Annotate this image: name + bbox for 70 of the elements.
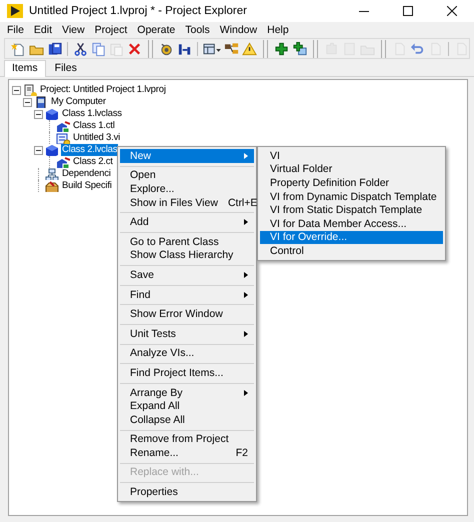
delete-icon[interactable] bbox=[127, 40, 142, 56]
control-icon bbox=[56, 156, 70, 168]
menu-item[interactable]: Open bbox=[120, 168, 254, 182]
control-icon bbox=[56, 120, 70, 132]
menu-item[interactable]: Help bbox=[262, 22, 294, 36]
project-icon bbox=[23, 84, 37, 96]
menu-item[interactable]: Find bbox=[120, 288, 254, 302]
tree-item[interactable]: Build Specifi bbox=[61, 180, 113, 192]
menu-item[interactable]: Operate bbox=[132, 22, 180, 36]
tree-item[interactable]: Class 2.ct bbox=[72, 156, 114, 168]
collapse-icon[interactable] bbox=[34, 146, 43, 154]
menu-item[interactable]: Explore... bbox=[120, 182, 254, 196]
save-icon[interactable] bbox=[47, 40, 62, 56]
menu-item[interactable]: Add bbox=[120, 215, 254, 229]
tab[interactable]: Items bbox=[4, 60, 46, 77]
tree-item[interactable]: My Computer bbox=[50, 96, 107, 108]
menu-item[interactable]: Properties bbox=[120, 485, 254, 499]
menu-item[interactable]: VI for Data Member Access... bbox=[260, 216, 443, 231]
maximize-icon[interactable] bbox=[403, 6, 413, 16]
menu-item[interactable]: VI bbox=[260, 149, 443, 163]
menu-item[interactable]: Save bbox=[120, 268, 254, 282]
collapse-icon[interactable] bbox=[23, 98, 32, 106]
app-icon bbox=[7, 4, 23, 18]
plus-icon[interactable] bbox=[292, 40, 308, 56]
menu-item[interactable]: Property Definition Folder bbox=[260, 176, 443, 190]
menu-item[interactable]: Virtual Folder bbox=[260, 162, 443, 176]
menu-item[interactable]: VI from Static Dispatch Template bbox=[260, 203, 443, 217]
menu-item[interactable]: New bbox=[120, 149, 254, 163]
tree-item[interactable]: Class 1.lvclass bbox=[61, 108, 123, 120]
new-file-icon[interactable] bbox=[11, 40, 26, 56]
menu-item[interactable]: Analyze VIs... bbox=[120, 346, 254, 360]
menu-item[interactable]: Tools bbox=[180, 22, 215, 36]
computer-icon bbox=[34, 96, 48, 108]
menu-item[interactable]: File bbox=[2, 22, 29, 36]
menu-item[interactable]: Remove from Project bbox=[120, 432, 254, 446]
tree-item[interactable]: Project: Untitled Project 1.lvproj bbox=[39, 84, 167, 96]
menu-item[interactable]: Edit bbox=[28, 22, 58, 36]
cube-icon bbox=[45, 108, 59, 120]
shortcut-text: Ctrl+E bbox=[228, 196, 258, 209]
box-icon bbox=[45, 180, 59, 192]
menu-item[interactable]: Go to Parent Class bbox=[120, 234, 254, 249]
menu-item[interactable]: View bbox=[57, 22, 90, 36]
menu-item[interactable]: Expand All bbox=[120, 399, 254, 413]
tree-item[interactable]: Dependenci bbox=[61, 168, 112, 180]
collapse-icon[interactable] bbox=[34, 110, 43, 118]
tree-item[interactable]: Class 1.ctl bbox=[72, 120, 116, 132]
cut-icon[interactable] bbox=[73, 40, 88, 56]
close-icon[interactable] bbox=[447, 6, 457, 16]
hierarchy-icon[interactable] bbox=[224, 40, 240, 56]
menu-item[interactable]: Control bbox=[260, 244, 443, 258]
shortcut-text: F2 bbox=[236, 446, 248, 459]
tree-item[interactable]: Class 2.lvclas bbox=[61, 144, 118, 156]
menu-item[interactable]: Project bbox=[90, 22, 132, 36]
vi-icon bbox=[56, 132, 70, 144]
menu-item[interactable]: Show Class Hierarchy bbox=[120, 248, 254, 262]
window-title: Untitled Project 1.lvproj * - Project Explorer bbox=[29, 5, 248, 17]
menu-item[interactable]: Arrange By bbox=[120, 386, 254, 400]
network-icon bbox=[45, 168, 59, 180]
menu-item[interactable]: Show Error Window bbox=[120, 307, 254, 321]
menu-item[interactable]: Collapse All bbox=[120, 412, 254, 426]
menu-item[interactable]: VI from Dynamic Dispatch Template bbox=[260, 190, 443, 204]
menu-item[interactable]: Find Project Items... bbox=[120, 366, 254, 380]
menu-item[interactable]: Rename... F2 bbox=[120, 446, 254, 460]
menu-item[interactable]: VI for Override... bbox=[260, 230, 443, 244]
menu-item[interactable]: Unit Tests bbox=[120, 326, 254, 341]
collapse-icon[interactable] bbox=[12, 86, 21, 94]
tree-item[interactable]: Untitled 3.vi bbox=[72, 132, 122, 144]
plus-icon[interactable] bbox=[274, 40, 289, 56]
menu-item[interactable]: Window bbox=[214, 22, 262, 36]
cube-icon bbox=[45, 144, 59, 156]
